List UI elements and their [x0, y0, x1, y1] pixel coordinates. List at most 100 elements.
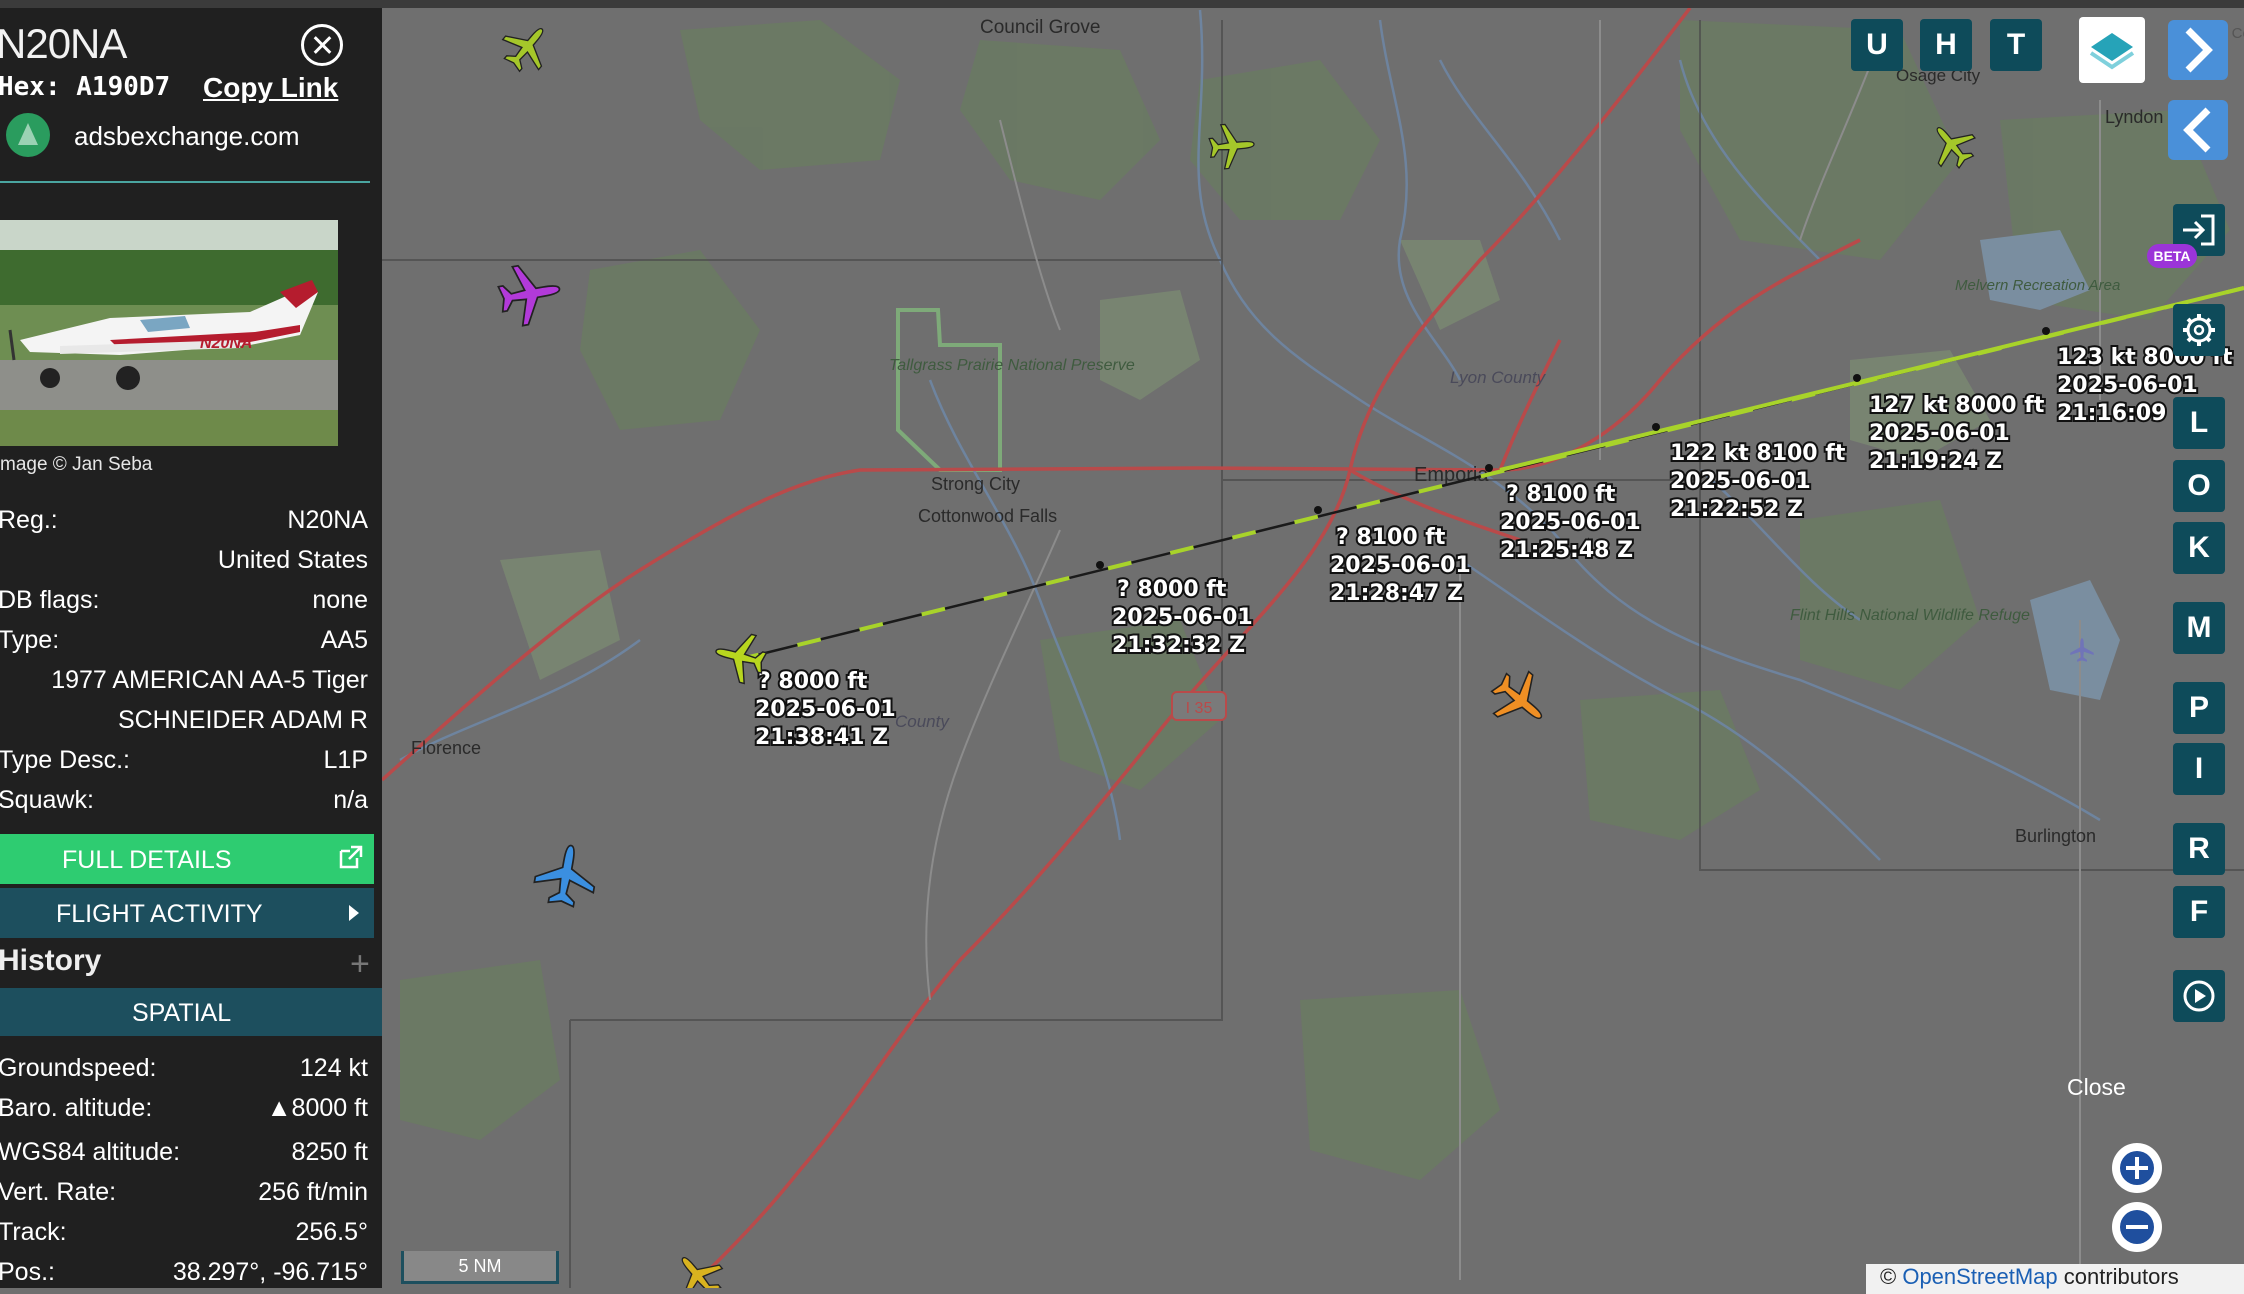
detail-value: 124 kt: [299, 1054, 368, 1082]
detail-key: Vert. Rate:: [0, 1178, 117, 1206]
track-label-line: 21:25:48 Z: [1500, 538, 1633, 563]
map-attribution: © OpenStreetMap contributors: [1866, 1264, 2244, 1294]
place-label: Lyon County: [1450, 368, 1547, 387]
place-label: Council Grove: [980, 17, 1100, 38]
track-label-line: 2025-06-01: [2057, 373, 2198, 398]
hex-label: Hex:: [0, 72, 61, 102]
toggle-m-button[interactable]: M: [2173, 602, 2225, 654]
toggle-i-button[interactable]: I: [2173, 743, 2225, 795]
detail-value: SCHNEIDER ADAM R: [117, 706, 368, 734]
place-label: Melvern Recreation Area: [1955, 277, 2120, 294]
flight-activity-button[interactable]: FLIGHT ACTIVITY: [0, 888, 374, 938]
data-source-link[interactable]: adsbexchange.com: [74, 121, 299, 152]
detail-value: United States: [217, 546, 368, 574]
map-scale-bar: 5 NM: [401, 1251, 559, 1284]
track-label-line: ? 8000 ft: [1117, 577, 1227, 602]
map-canvas[interactable]: I 35 Council Grove Osage City Lyndon Mel…: [380, 6, 2244, 1294]
detail-value: none: [312, 586, 368, 614]
detail-value: N20NA: [287, 506, 368, 534]
place-label: County: [895, 712, 950, 731]
external-link-icon: [339, 845, 363, 869]
track-label-line: 21:38:41 Z: [755, 725, 888, 750]
toggle-f-button[interactable]: F: [2173, 886, 2225, 938]
aircraft-registration-title: N20NA: [0, 20, 127, 67]
detail-key: Groundspeed:: [0, 1054, 157, 1082]
spatial-tab-label: SPATIAL: [132, 999, 232, 1027]
detail-value: 8250 ft: [291, 1138, 368, 1166]
track-label-line: 2025-06-01: [1112, 605, 1253, 630]
photo-credit: mage © Jan Seba: [0, 454, 153, 475]
close-label[interactable]: Close: [2067, 1074, 2126, 1101]
place-label: Strong City: [931, 474, 1020, 494]
divider: [0, 181, 370, 183]
detail-value: 1977 AMERICAN AA-5 Tiger: [51, 666, 368, 694]
map-view[interactable]: I 35 Council Grove Osage City Lyndon Mel…: [380, 6, 2244, 1294]
top-strip: [0, 0, 2244, 8]
toggle-k-button[interactable]: K: [2173, 522, 2225, 574]
history-section-title[interactable]: History: [0, 944, 101, 978]
detail-value: 256 ft/min: [258, 1178, 368, 1206]
detail-key: Pos.:: [0, 1258, 55, 1286]
track-label-line: 21:22:52 Z: [1670, 497, 1803, 522]
toggle-u-button[interactable]: U: [1851, 19, 1903, 71]
detail-value: 256.5°: [295, 1218, 368, 1246]
track-label-line: 2025-06-01: [755, 697, 896, 722]
track-label-line: 2025-06-01: [1670, 469, 1811, 494]
map-layers-button[interactable]: [2079, 17, 2145, 83]
track-label-line: 2025-06-01: [1500, 510, 1641, 535]
attribution-prefix: ©: [1880, 1264, 1903, 1289]
toggle-l-button[interactable]: L: [2173, 397, 2225, 449]
track-label-line: 127 kt 8000 ft: [1869, 393, 2045, 418]
track-label-line: 21:19:24 Z: [1869, 449, 2002, 474]
beta-badge: BETA: [2147, 244, 2197, 268]
detail-key: Reg.:: [0, 506, 58, 534]
full-details-button[interactable]: FULL DETAILS: [0, 834, 374, 884]
replay-button[interactable]: [2173, 970, 2225, 1022]
toggle-t-button[interactable]: T: [1990, 19, 2042, 71]
close-icon[interactable]: [301, 24, 343, 66]
settings-button[interactable]: [2173, 304, 2225, 356]
detail-key: DB flags:: [0, 586, 100, 614]
place-label: Lyndon: [2105, 107, 2163, 127]
track-label-line: 2025-06-01: [1330, 553, 1471, 578]
detail-value: ▲8000 ft: [266, 1094, 368, 1122]
hex-value: A190D7: [76, 72, 171, 102]
history-expand-button[interactable]: +: [350, 945, 370, 984]
copy-link-button[interactable]: Copy Link: [203, 72, 338, 104]
collapse-panel-button[interactable]: [2168, 100, 2228, 160]
zoom-out-button[interactable]: [2112, 1202, 2162, 1252]
detail-value: L1P: [323, 746, 368, 774]
spatial-tab[interactable]: SPATIAL: [0, 988, 382, 1036]
track-label-line: 122 kt 8100 ft: [1670, 441, 1846, 466]
aircraft-info-sidebar: N20NA Hex: A190D7 Copy Link adsbexchange…: [0, 0, 382, 1288]
interstate-label: I 35: [1186, 700, 1213, 717]
photo-tail-number: N20NA: [200, 335, 252, 352]
track-label-line: 2025-06-01: [1869, 421, 2010, 446]
attribution-suffix: contributors: [2057, 1264, 2179, 1289]
detail-value: n/a: [333, 786, 368, 814]
adsbexchange-logo-icon: [6, 113, 50, 157]
detail-key: Squawk:: [0, 786, 94, 814]
gear-icon: [2183, 314, 2215, 346]
toggle-p-button[interactable]: P: [2173, 682, 2225, 734]
track-label-line: 21:32:32 Z: [1112, 633, 1245, 658]
toggle-h-button[interactable]: H: [1920, 19, 1972, 71]
toggle-r-button[interactable]: R: [2173, 823, 2225, 875]
place-label: Burlington: [2015, 826, 2096, 846]
detail-key: Track:: [0, 1218, 67, 1246]
expand-panel-button[interactable]: [2168, 20, 2228, 80]
zoom-in-button[interactable]: [2112, 1143, 2162, 1193]
aircraft-photo[interactable]: N20NA: [0, 220, 338, 446]
place-label: Florence: [411, 738, 481, 758]
layers-icon: [2089, 33, 2135, 70]
hex-code: Hex: A190D7: [0, 72, 170, 102]
openstreetmap-link[interactable]: OpenStreetMap: [1902, 1264, 2057, 1289]
track-label-line: 21:28:47 Z: [1330, 581, 1463, 606]
chevron-right-icon: [2185, 27, 2213, 73]
track-label-line: 21:16:09: [2057, 401, 2166, 426]
place-label: Tallgrass Prairie National Preserve: [889, 357, 1135, 374]
full-details-label: FULL DETAILS: [62, 846, 232, 874]
detail-key: Type Desc.:: [0, 746, 130, 774]
place-label: Flint Hills National Wildlife Refuge: [1790, 607, 2030, 624]
toggle-o-button[interactable]: O: [2173, 460, 2225, 512]
